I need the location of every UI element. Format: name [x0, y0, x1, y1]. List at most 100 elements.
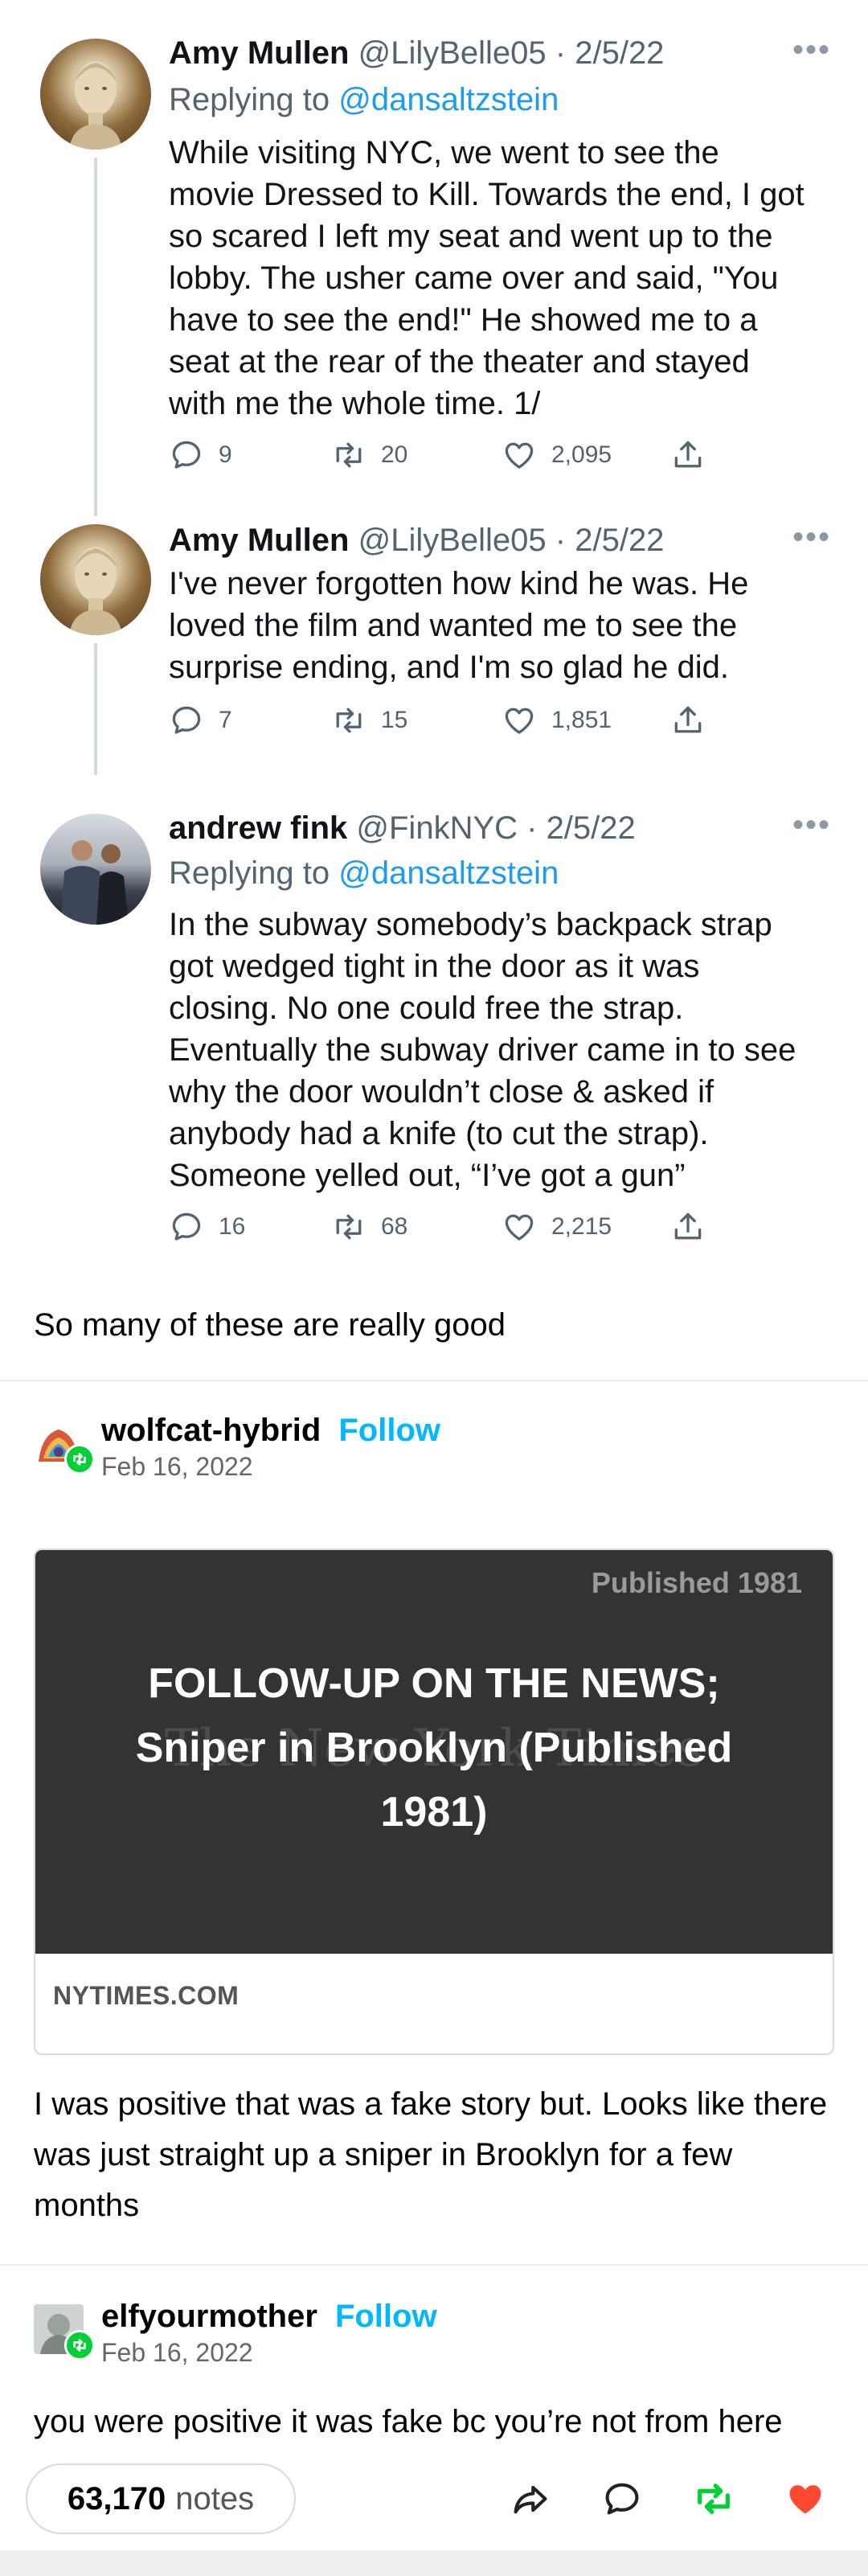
retweet-button[interactable]: 68: [331, 1208, 407, 1246]
tweet-header: andrew fink @FinkNYC · 2/5/22: [169, 807, 636, 849]
reblog-badge-icon: [64, 1444, 95, 1475]
post-caption: you were positive it was fake bc you’re …: [34, 2404, 783, 2439]
follow-button[interactable]: Follow: [335, 2299, 437, 2334]
bottom-strip: [0, 2550, 868, 2576]
link-card-domain: NYTIMES.COM: [53, 1981, 240, 2010]
retweet-icon: [336, 442, 362, 468]
retweet-button[interactable]: 20: [331, 436, 407, 474]
more-icon[interactable]: •••: [792, 807, 831, 843]
published-label: Published 1981: [591, 1566, 802, 1599]
reblog-date: Feb 16, 2022: [101, 1452, 253, 1481]
like-count: 2,215: [551, 1213, 612, 1240]
retweet-button[interactable]: 15: [331, 701, 407, 740]
tweet[interactable]: Amy Mullen @LilyBelle05 · 2/5/22 ••• Rep…: [0, 0, 868, 516]
like-count: 2,095: [551, 441, 612, 468]
replying-to-link[interactable]: @dansaltzstein: [338, 82, 559, 117]
tweet-author-handle[interactable]: @LilyBelle05: [358, 35, 547, 71]
tweet-header: Amy Mullen @LilyBelle05 · 2/5/22: [169, 32, 664, 74]
reply-button[interactable]: 9: [169, 436, 232, 474]
reply-count: 7: [219, 707, 232, 733]
reply-count: 16: [219, 1213, 246, 1240]
tweet-author-name[interactable]: andrew fink: [169, 810, 347, 846]
tweet-actions: 9 20 2,095: [169, 436, 731, 474]
reply-button[interactable]: 7: [169, 701, 232, 740]
reblog-badge-icon: [64, 2330, 95, 2361]
like-button[interactable]: 2,095: [502, 436, 612, 474]
replying-to-label: Replying to: [169, 82, 339, 117]
tweet-text: I've never forgotten how kind he was. He…: [169, 566, 749, 685]
like-icon: [505, 442, 534, 469]
comment-icon[interactable]: [601, 2478, 643, 2520]
tweet-author-handle[interactable]: @FinkNYC: [356, 810, 518, 846]
blog-name[interactable]: elfyourmother: [101, 2299, 317, 2334]
tweet-separator: ·: [518, 810, 547, 846]
share-icon: [674, 1212, 702, 1240]
share-button[interactable]: [670, 436, 720, 474]
tweet-actions: 16 68 2,215: [169, 1208, 731, 1246]
like-icon: [505, 1214, 534, 1241]
tweet-text: While visiting NYC, we went to see the m…: [169, 135, 805, 421]
notes-count: 63,170: [67, 2480, 166, 2517]
reblogger-name-row: wolfcat-hybrid Follow: [101, 1410, 440, 1450]
tweet-author-handle[interactable]: @LilyBelle05: [358, 523, 547, 558]
retweet-count: 15: [381, 707, 408, 733]
notes-label: notes: [175, 2480, 255, 2517]
share-button[interactable]: [670, 701, 720, 740]
retweet-icon: [336, 1214, 362, 1240]
tweet-date[interactable]: 2/5/22: [575, 523, 664, 558]
replying-to-label: Replying to: [169, 855, 339, 891]
reply-icon: [172, 1212, 201, 1241]
thread-line: [94, 643, 97, 775]
divider: [0, 2264, 868, 2266]
heart-icon[interactable]: [784, 2478, 826, 2520]
share-icon: [674, 441, 702, 468]
link-card-title: FOLLOW-UP ON THE NEWS; Sniper in Brookly…: [135, 1660, 733, 1836]
tweet-author-name[interactable]: Amy Mullen: [169, 523, 349, 558]
reblog-header: wolfcat-hybrid Follow Feb 16, 2022: [34, 1410, 837, 1483]
thread-line: [94, 158, 97, 516]
tweet-actions: 7 15 1,851: [169, 701, 731, 740]
tweet-date[interactable]: 2/5/22: [547, 810, 636, 846]
reply-icon: [172, 441, 201, 469]
share-arrow-icon[interactable]: [510, 2478, 551, 2520]
retweet-count: 68: [381, 1213, 408, 1240]
tweet-separator: ·: [546, 35, 575, 71]
replying-to-link[interactable]: @dansaltzstein: [338, 855, 559, 891]
more-icon[interactable]: •••: [792, 32, 831, 68]
like-button[interactable]: 1,851: [502, 701, 612, 740]
replying-to: Replying to @dansaltzstein: [169, 852, 559, 894]
tweet-date[interactable]: 2/5/22: [575, 35, 664, 71]
post-caption: So many of these are really good: [34, 1307, 506, 1343]
retweet-count: 20: [381, 441, 408, 468]
link-card-image: The New York Times Published 1981 FOLLOW…: [35, 1550, 833, 1954]
post-caption: I was positive that was a fake story but…: [34, 2086, 828, 2223]
retweet-icon: [336, 708, 362, 733]
link-card[interactable]: The New York Times Published 1981 FOLLOW…: [34, 1548, 834, 2055]
divider: [0, 1380, 868, 1381]
like-button[interactable]: 2,215: [502, 1208, 612, 1246]
like-count: 1,851: [551, 707, 612, 733]
avatar[interactable]: [40, 524, 151, 635]
avatar[interactable]: [40, 39, 151, 150]
more-icon[interactable]: •••: [792, 519, 831, 556]
replying-to: Replying to @dansaltzstein: [169, 79, 559, 121]
reply-count: 9: [219, 441, 232, 468]
follow-button[interactable]: Follow: [338, 1413, 440, 1448]
share-button[interactable]: [670, 1208, 720, 1246]
reply-icon: [172, 706, 201, 734]
tweet-header: Amy Mullen @LilyBelle05 · 2/5/22: [169, 519, 664, 561]
tweet[interactable]: andrew fink @FinkNYC · 2/5/22 ••• Replyi…: [0, 785, 868, 1275]
like-icon: [505, 708, 534, 734]
reblog-date: Feb 16, 2022: [101, 2338, 253, 2367]
reblog-header: elfyourmother Follow Feb 16, 2022: [34, 2296, 837, 2369]
blog-name[interactable]: wolfcat-hybrid: [101, 1413, 321, 1448]
tweet-separator: ·: [546, 523, 575, 558]
tweet-author-name[interactable]: Amy Mullen: [169, 35, 349, 71]
reblog-icon[interactable]: [693, 2478, 735, 2520]
reblogger-name-row: elfyourmother Follow: [101, 2296, 437, 2336]
tweet-text: In the subway somebody’s backpack strap …: [169, 907, 796, 1193]
notes-button[interactable]: 63,170 notes: [26, 2463, 296, 2534]
reply-button[interactable]: 16: [169, 1208, 245, 1246]
avatar[interactable]: [40, 814, 151, 925]
tweet[interactable]: Amy Mullen @LilyBelle05 · 2/5/22 ••• I'v…: [0, 515, 868, 780]
